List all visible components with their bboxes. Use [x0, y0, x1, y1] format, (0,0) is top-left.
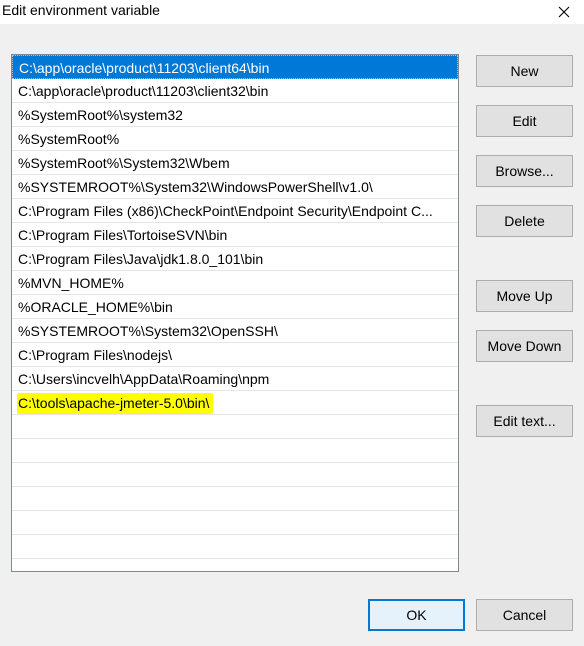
window-title: Edit environment variable	[2, 2, 160, 18]
edit-environment-variable-dialog: Edit environment variable C:\app\oracle\…	[0, 0, 584, 646]
browse-button[interactable]: Browse...	[476, 155, 573, 187]
path-list-item[interactable]: C:\Program Files (x86)\CheckPoint\Endpoi…	[12, 199, 458, 223]
empty-list-row[interactable]	[12, 487, 458, 511]
path-list-item[interactable]: C:\app\oracle\product\11203\client64\bin	[12, 55, 458, 79]
path-list-item[interactable]: C:\tools\apache-jmeter-5.0\bin\	[12, 391, 458, 415]
path-list-item[interactable]: C:\Program Files\nodejs\	[12, 343, 458, 367]
path-list-item[interactable]: C:\Users\incvelh\AppData\Roaming\npm	[12, 367, 458, 391]
path-list-item[interactable]: %MVN_HOME%	[12, 271, 458, 295]
empty-list-row[interactable]	[12, 463, 458, 487]
new-button[interactable]: New	[476, 55, 573, 87]
path-list-item[interactable]: %SYSTEMROOT%\System32\OpenSSH\	[12, 319, 458, 343]
edit-button[interactable]: Edit	[476, 105, 573, 137]
path-list-item[interactable]: %SystemRoot%\system32	[12, 103, 458, 127]
path-list-item[interactable]: C:\Program Files\TortoiseSVN\bin	[12, 223, 458, 247]
path-list-item[interactable]: %ORACLE_HOME%\bin	[12, 295, 458, 319]
path-list-item[interactable]: %SystemRoot%\System32\Wbem	[12, 151, 458, 175]
path-list-item[interactable]: %SYSTEMROOT%\System32\WindowsPowerShell\…	[12, 175, 458, 199]
close-icon	[558, 6, 570, 18]
path-list-item[interactable]: C:\app\oracle\product\11203\client32\bin	[12, 79, 458, 103]
edit-text-button[interactable]: Edit text...	[476, 405, 573, 437]
empty-list-row[interactable]	[12, 511, 458, 535]
path-list[interactable]: C:\app\oracle\product\11203\client64\bin…	[11, 54, 459, 572]
title-bar: Edit environment variable	[0, 0, 584, 24]
path-list-item[interactable]: %SystemRoot%	[12, 127, 458, 151]
empty-list-row[interactable]	[12, 439, 458, 463]
close-button[interactable]	[544, 0, 584, 24]
delete-button[interactable]: Delete	[476, 205, 573, 237]
highlighted-path-text: C:\tools\apache-jmeter-5.0\bin\	[17, 393, 214, 414]
empty-list-row[interactable]	[12, 415, 458, 439]
ok-button[interactable]: OK	[368, 599, 465, 631]
path-list-item[interactable]: C:\Program Files\Java\jdk1.8.0_101\bin	[12, 247, 458, 271]
move-up-button[interactable]: Move Up	[476, 280, 573, 312]
move-down-button[interactable]: Move Down	[476, 330, 573, 362]
cancel-button[interactable]: Cancel	[476, 599, 573, 631]
empty-list-row[interactable]	[12, 535, 458, 559]
